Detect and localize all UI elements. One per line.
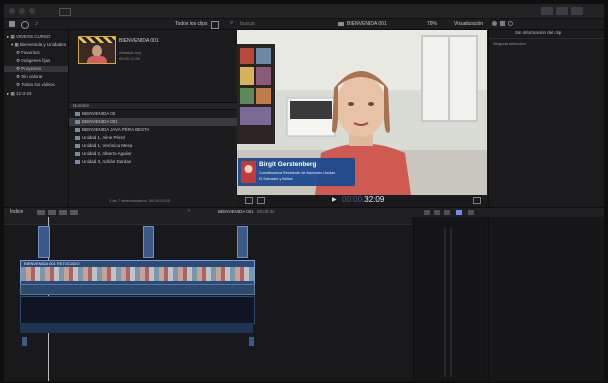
timeline-toggle-icon [556, 7, 568, 15]
browser-toggle-icon [541, 7, 553, 15]
sidebar-item-stills[interactable]: ⚙ Imágenes fijas [16, 58, 50, 64]
libraries-sidebar: ▸ ▦ VIDEOS CURSO ▾ ▦ Bienvenida y Unidad… [4, 30, 69, 206]
meter-channel-left [444, 227, 446, 377]
connected-clip[interactable] [237, 226, 248, 258]
project-icon [75, 152, 80, 156]
clapper-stripe [79, 37, 115, 43]
timeline-duration: 00:00:32 [257, 209, 275, 214]
list-item[interactable]: Unidad 3, Adrián Dardan [69, 158, 237, 166]
timeline[interactable]: BIENVENIDA 001 RETOCADO [4, 217, 412, 381]
clip-meta-duration: 00:00:12:00 [119, 56, 141, 61]
sidebar-item-favorites[interactable]: ⚙ Favoritos [16, 50, 40, 56]
list-header[interactable]: Nombre [69, 102, 237, 110]
column-name-header[interactable]: Nombre [73, 103, 89, 108]
list-item[interactable]: Unidad 2, Alberto Aguilar [69, 150, 237, 158]
transform-icon[interactable] [245, 197, 253, 204]
edit-buttons[interactable] [37, 210, 87, 215]
sidebar-item-date[interactable]: ▸ ▦ 12-3-23 [7, 91, 32, 97]
secondary-panel [488, 217, 604, 381]
toolbar: ♪ Todos los clips ⌕ buscar BIENVENIDA 00… [4, 19, 604, 30]
timeline-project-name: BIENVENIDA 001 [218, 209, 254, 214]
window-controls[interactable] [9, 8, 43, 14]
inspector-subtitle: Ninguna selección [493, 41, 526, 46]
project-icon [338, 22, 344, 26]
lower-third-country: El Salvador y Belice [259, 177, 293, 181]
index-button[interactable]: Índice [10, 209, 23, 215]
viewer[interactable]: Birgit Gerstenberg Coordinadora Resident… [237, 30, 487, 195]
play-icon[interactable]: ▶ [332, 196, 337, 203]
project-name[interactable]: BIENVENIDA 001 [347, 21, 387, 27]
sidebar-item-unrated[interactable]: ⚙ Sin valorar [16, 74, 43, 80]
connected-clip[interactable] [143, 226, 154, 258]
clip-title: BIENVENIDA 001 [119, 38, 159, 44]
inspector-icons[interactable] [492, 21, 514, 27]
fullscreen-icon[interactable] [473, 197, 481, 204]
filmstrip-icon[interactable] [211, 21, 219, 29]
project-icon [75, 144, 80, 148]
inspector-divider [489, 38, 604, 39]
meter-channel-right [450, 227, 452, 377]
library-icon[interactable] [9, 21, 15, 27]
connected-clip[interactable] [38, 226, 50, 258]
search-input[interactable]: buscar [240, 21, 255, 27]
project-icon [75, 112, 80, 116]
browser-footer: 1 de 7 seleccionados, 00:00:12:00 [109, 198, 170, 203]
timeline-ruler[interactable] [4, 217, 412, 225]
list-item[interactable]: BIENVENIDA JAVA PÉRA BESTA [69, 126, 237, 134]
project-icon [75, 136, 80, 140]
thumbnail-shirt [87, 56, 107, 63]
timeline-view-icons[interactable] [424, 210, 480, 215]
inspector-toggle-icon [571, 7, 583, 15]
clip-filter-dropdown[interactable]: Todos los clips [175, 21, 208, 27]
layout-buttons[interactable] [541, 7, 587, 15]
project-icon [75, 128, 80, 132]
event-item[interactable]: ▾ ▦ Bienvenida y Unidades [11, 42, 66, 48]
inspector-title: Sin información del clip [515, 30, 562, 35]
inspector: Sin información del clip Ninguna selecci… [488, 30, 604, 206]
search-icon[interactable]: ⌕ [230, 20, 233, 27]
library-item[interactable]: ▸ ▦ VIDEOS CURSO [7, 34, 51, 40]
viewer-controls: ▶ 00:00:32:09 [237, 195, 487, 205]
list-item[interactable]: BIENVENIDA 001 [69, 118, 237, 126]
title-bar [4, 4, 604, 19]
audio-track[interactable] [20, 323, 253, 333]
marker[interactable] [249, 337, 254, 346]
secondary-track[interactable] [20, 296, 255, 324]
list-item[interactable]: Unidad 1, Verónica Mesa [69, 142, 237, 150]
back-arrow-icon[interactable]: ‹ [188, 208, 190, 214]
app-window: ♪ Todos los clips ⌕ buscar BIENVENIDA 00… [4, 4, 604, 381]
sidebar-item-projects[interactable]: ⚙ Proyectos [4, 66, 68, 72]
clip-label: BIENVENIDA 001 RETOCADO [24, 261, 80, 266]
photos-icon[interactable] [21, 21, 29, 29]
music-icon[interactable]: ♪ [35, 20, 39, 27]
key-icon[interactable] [59, 8, 71, 16]
sidebar-item-all-video[interactable]: ⚙ Todos los vídeos [16, 82, 55, 88]
view-dropdown[interactable]: Visualización [454, 21, 483, 27]
main-video-clip[interactable]: BIENVENIDA 001 RETOCADO [20, 260, 255, 286]
audio-meters [413, 217, 487, 381]
lower-third-role: Coordinadora Residente de Naciones Unida… [259, 171, 336, 175]
timecode-value: 32:09 [364, 195, 385, 204]
lower-third-name: Birgit Gerstenberg [259, 161, 317, 168]
list-item[interactable]: Unidad 1, Aline Pérez [69, 134, 237, 142]
clip-meta-added: Añadido hoy [119, 50, 142, 55]
project-icon [75, 120, 80, 124]
filmstrip [21, 267, 254, 281]
project-icon [75, 160, 80, 164]
list-item[interactable]: BIENVENIDA 00 [69, 110, 237, 118]
timecode-prefix: 00:00: [342, 195, 365, 204]
clip-browser: BIENVENIDA 001 Añadido hoy 00:00:12:00 N… [69, 30, 237, 206]
audio-waveform[interactable] [20, 284, 255, 295]
marker[interactable] [22, 337, 27, 346]
timecode-display: 00:00:32:09 [342, 195, 384, 204]
crop-icon[interactable] [257, 197, 265, 204]
project-thumbnail[interactable] [78, 36, 116, 64]
zoom-dropdown[interactable]: 79% [427, 21, 437, 27]
